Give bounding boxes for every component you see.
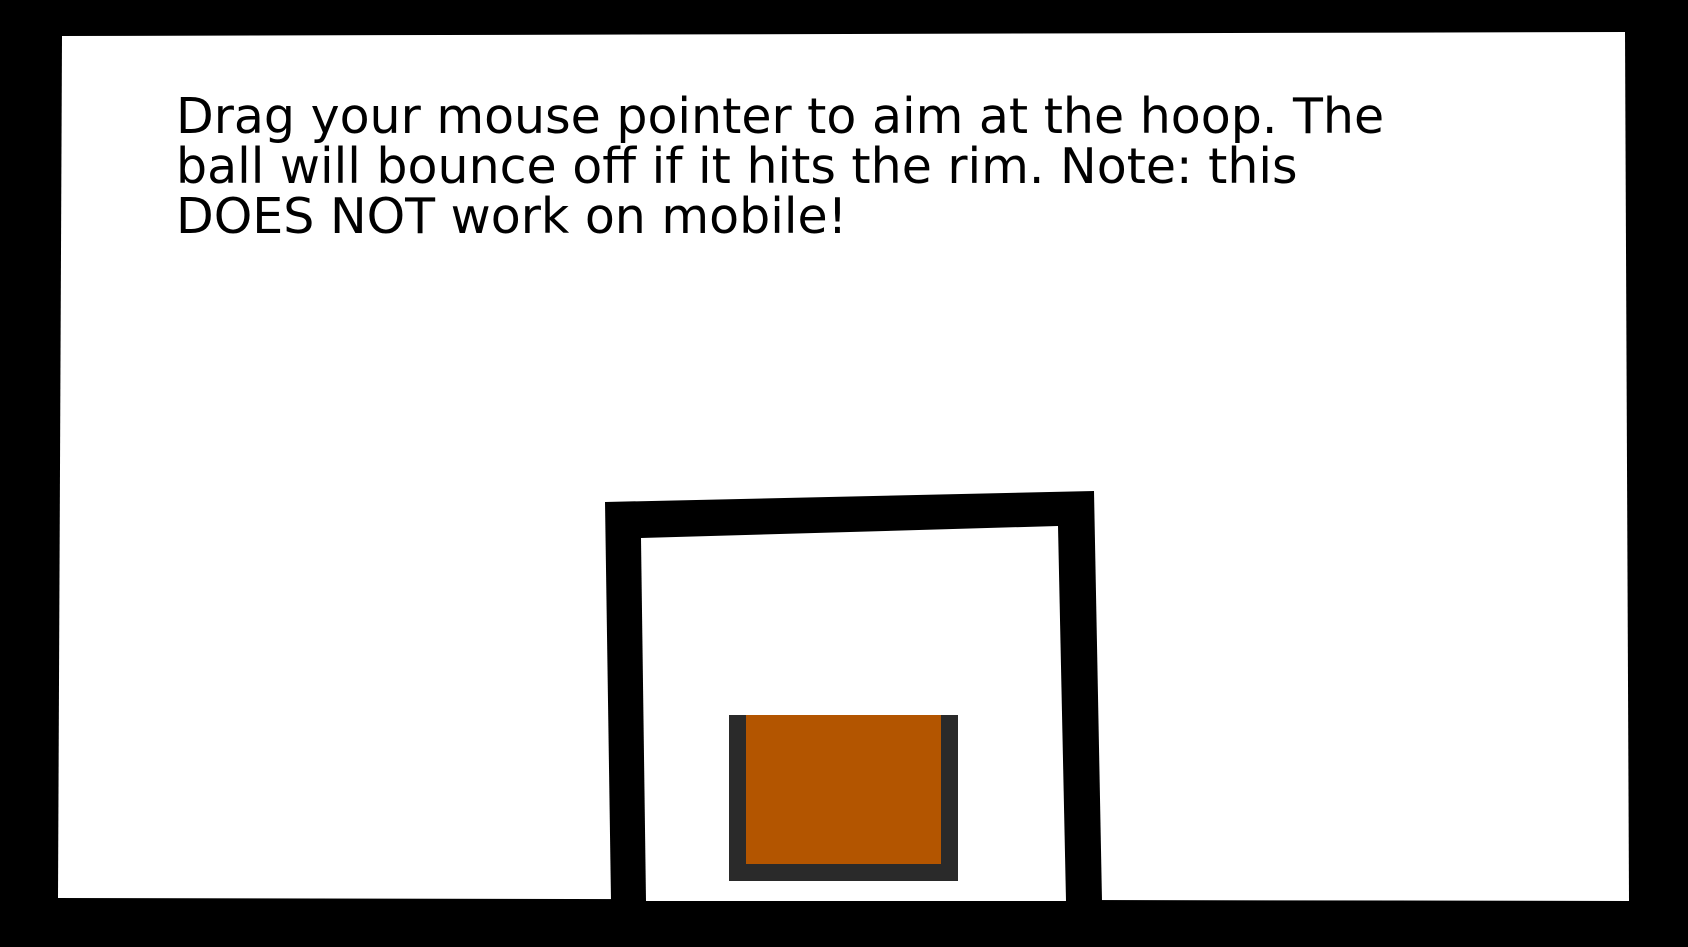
instructions-text: Drag your mouse pointer to aim at the ho… [176,88,1385,245]
game-stage[interactable]: Drag your mouse pointer to aim at the ho… [0,0,1688,947]
ball[interactable] [746,715,941,864]
